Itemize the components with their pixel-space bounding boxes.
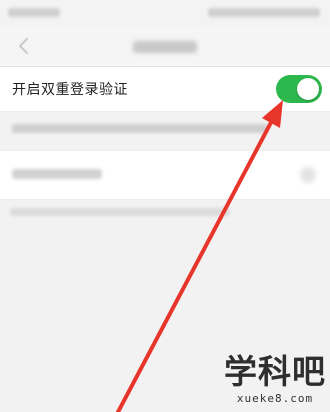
device-row[interactable] bbox=[0, 150, 330, 200]
two-factor-row: 开启双重登录验证 bbox=[0, 67, 330, 112]
watermark-text: 学科吧 bbox=[224, 352, 326, 391]
nav-bar bbox=[0, 26, 330, 67]
page-title bbox=[133, 41, 197, 53]
toggle-knob bbox=[297, 78, 319, 100]
watermark-logo: 学科吧 xueke8.com bbox=[224, 352, 326, 410]
device-row-label-blur bbox=[12, 169, 102, 179]
description-text-blur bbox=[12, 124, 268, 133]
status-icons-blur bbox=[208, 8, 320, 17]
footer-note-blur bbox=[10, 208, 230, 216]
two-factor-toggle[interactable] bbox=[276, 75, 322, 103]
two-factor-description bbox=[0, 112, 330, 148]
watermark-url: xueke8.com bbox=[236, 392, 314, 405]
chevron-right-icon bbox=[300, 167, 316, 183]
two-factor-label: 开启双重登录验证 bbox=[12, 82, 128, 98]
chevron-left-icon[interactable] bbox=[14, 36, 34, 56]
status-carrier-blur bbox=[8, 8, 60, 17]
status-bar bbox=[0, 0, 330, 26]
